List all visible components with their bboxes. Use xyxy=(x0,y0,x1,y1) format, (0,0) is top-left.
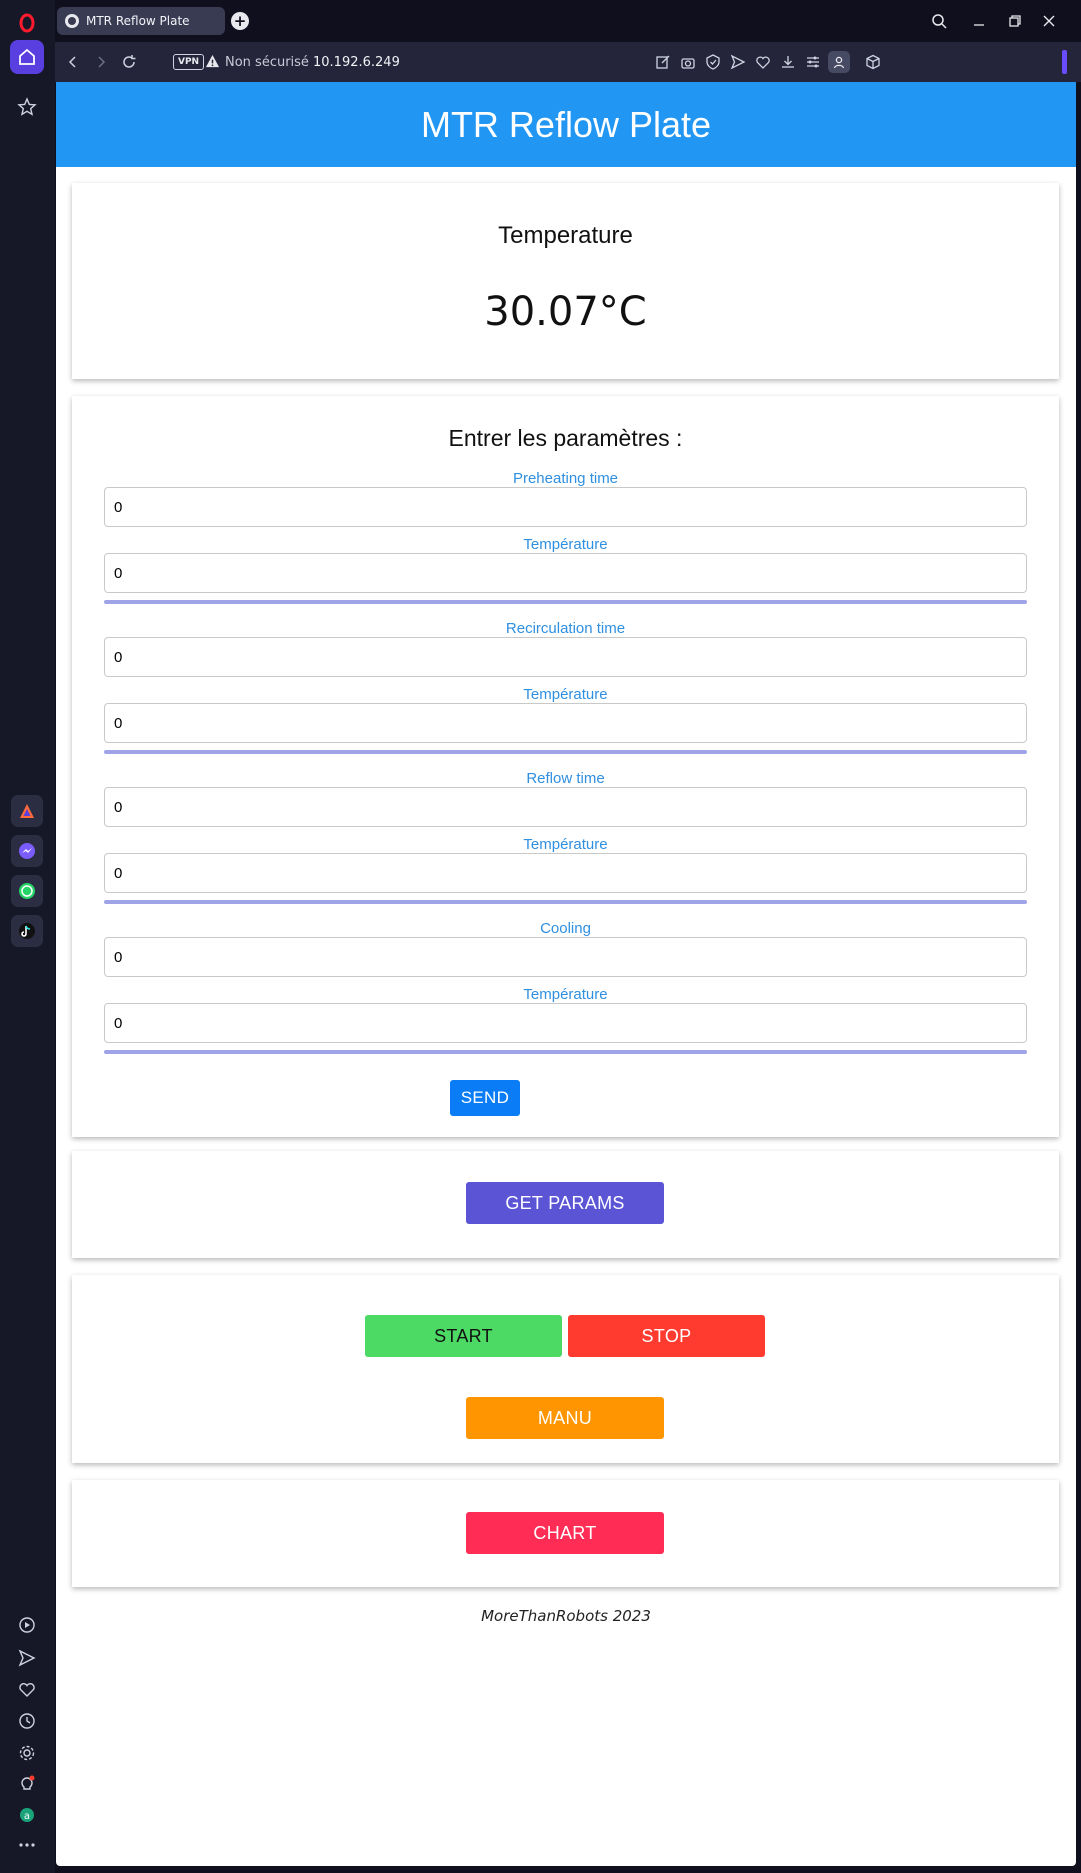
temperature-title: Temperature xyxy=(498,222,633,249)
extensions-box-icon[interactable] xyxy=(863,52,883,72)
stop-button[interactable]: STOP xyxy=(568,1315,765,1357)
chart-button[interactable]: CHART xyxy=(466,1512,664,1554)
preheating-temperature-input[interactable] xyxy=(104,553,1027,593)
browser-sidebar: a xyxy=(0,0,55,1873)
profile-icon[interactable] xyxy=(828,51,850,73)
page-footer: MoreThanRobots 2023 xyxy=(481,1607,651,1625)
recirculation-time-input[interactable] xyxy=(104,637,1027,677)
easy-setup-icon[interactable] xyxy=(803,52,823,72)
recirculation-temperature-input[interactable] xyxy=(104,703,1027,743)
preheating-time-input[interactable] xyxy=(104,487,1027,527)
svg-text:a: a xyxy=(24,1811,30,1822)
chart-card: CHART xyxy=(72,1480,1059,1587)
more-options-icon[interactable] xyxy=(10,1828,44,1862)
heart-outline-icon[interactable] xyxy=(753,52,773,72)
star-icon[interactable] xyxy=(10,90,44,124)
account-a-icon[interactable]: a xyxy=(10,1798,44,1832)
player-icon[interactable] xyxy=(10,1608,44,1642)
parameters-card: Entrer les paramètres : Preheating time … xyxy=(72,396,1059,1137)
reflow-temperature-label: Température xyxy=(523,836,608,853)
send-icon[interactable] xyxy=(728,52,748,72)
minimize-icon[interactable] xyxy=(967,10,991,32)
page-header: MTR Reflow Plate xyxy=(56,82,1076,167)
start-button[interactable]: START xyxy=(365,1315,562,1357)
get-params-card: GET PARAMS xyxy=(72,1151,1059,1258)
download-icon[interactable] xyxy=(778,52,798,72)
restore-icon[interactable] xyxy=(1003,10,1027,32)
get-params-button[interactable]: GET PARAMS xyxy=(466,1182,664,1224)
recirculation-temperature-label: Température xyxy=(523,686,608,703)
reload-icon[interactable] xyxy=(119,52,139,72)
separator-line xyxy=(104,900,1027,904)
globe-icon xyxy=(65,14,79,28)
temperature-card: Temperature 30.07°C xyxy=(72,183,1059,379)
preheating-temperature-label: Température xyxy=(523,536,608,553)
separator-line xyxy=(104,750,1027,754)
close-icon[interactable] xyxy=(1037,10,1061,32)
recirculation-time-label: Recirculation time xyxy=(505,620,626,637)
warning-icon xyxy=(205,54,220,68)
opera-logo-icon[interactable] xyxy=(10,6,44,40)
send-button[interactable]: SEND xyxy=(450,1080,520,1116)
browser-tab[interactable]: MTR Reflow Plate xyxy=(57,7,225,35)
settings-gear-icon[interactable] xyxy=(10,1736,44,1770)
address-bar: VPN Non sécurisé 10.192.6.249 xyxy=(55,42,1081,82)
separator-line xyxy=(104,600,1027,604)
messenger-icon[interactable] xyxy=(11,835,43,867)
edit-icon[interactable] xyxy=(653,52,673,72)
reflow-time-input[interactable] xyxy=(104,787,1027,827)
heart-icon[interactable] xyxy=(10,1673,44,1707)
history-icon[interactable] xyxy=(10,1704,44,1738)
back-icon[interactable] xyxy=(63,52,83,72)
cooling-temperature-label: Température xyxy=(523,986,608,1003)
separator-line xyxy=(104,1050,1027,1054)
reflow-temperature-input[interactable] xyxy=(104,853,1027,893)
manu-button[interactable]: MANU xyxy=(466,1397,664,1439)
cooling-temperature-input[interactable] xyxy=(104,1003,1027,1043)
lightbulb-icon[interactable] xyxy=(10,1767,44,1801)
parameters-title: Entrer les paramètres : xyxy=(448,425,683,451)
vpn-badge[interactable]: VPN xyxy=(173,54,205,70)
control-card: START STOP MANU xyxy=(72,1275,1059,1463)
preheating-time-label: Preheating time xyxy=(512,470,619,487)
cooling-input[interactable] xyxy=(104,937,1027,977)
temperature-value: 30.07°C xyxy=(484,289,647,335)
camera-icon[interactable] xyxy=(678,52,698,72)
aria-app-icon[interactable] xyxy=(11,795,43,827)
accent-indicator xyxy=(1062,50,1067,74)
search-icon[interactable] xyxy=(927,10,951,32)
reflow-time-label: Reflow time xyxy=(526,770,605,787)
home-icon[interactable] xyxy=(10,40,44,74)
page-viewport: MTR Reflow Plate Temperature 30.07°C Ent… xyxy=(56,82,1076,1866)
tab-bar: MTR Reflow Plate + xyxy=(55,0,1081,42)
whatsapp-icon[interactable] xyxy=(11,875,43,907)
url-text[interactable]: 10.192.6.249 xyxy=(313,55,400,70)
new-tab-button[interactable]: + xyxy=(231,12,249,30)
send-flow-icon[interactable] xyxy=(10,1641,44,1675)
shield-check-icon[interactable] xyxy=(703,52,723,72)
forward-icon[interactable] xyxy=(91,52,111,72)
cooling-label: Cooling xyxy=(540,920,591,937)
tiktok-icon[interactable] xyxy=(11,915,43,947)
security-status[interactable]: Non sécurisé xyxy=(225,55,309,70)
tab-title: MTR Reflow Plate xyxy=(86,14,190,28)
